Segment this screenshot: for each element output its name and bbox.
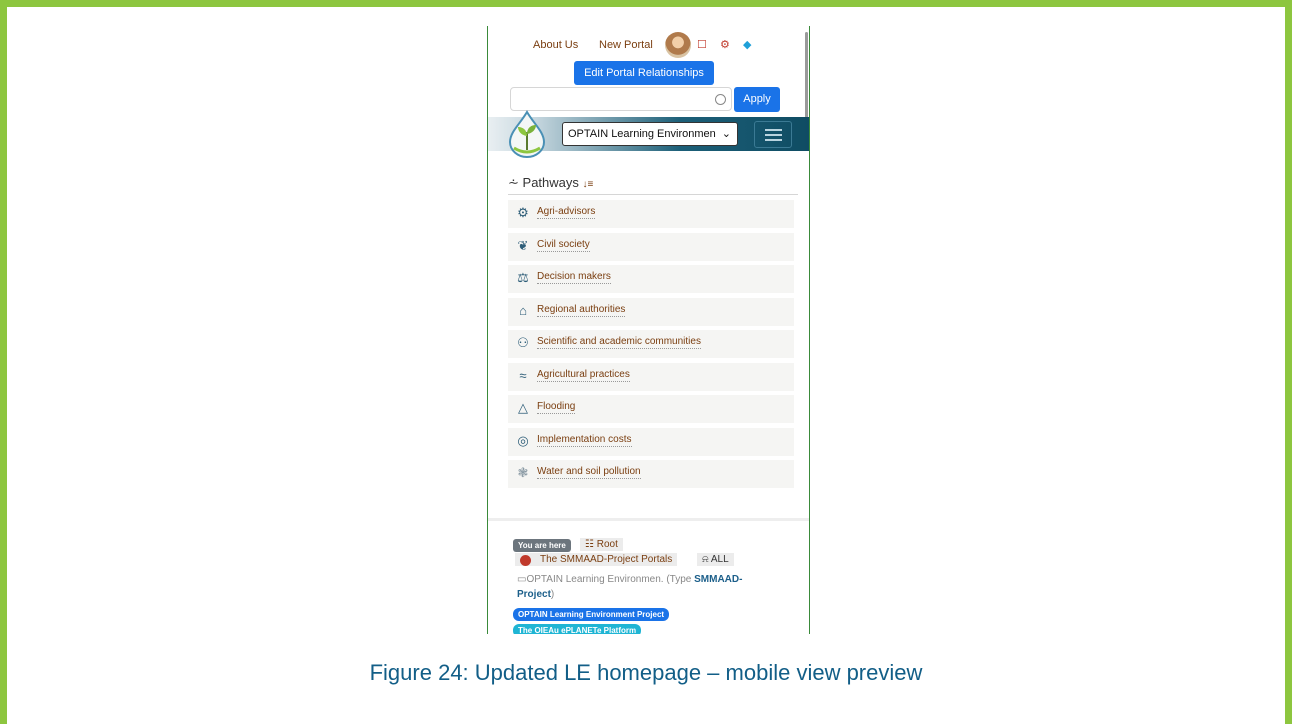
figure-caption: Figure 24: Updated LE homepage – mobile … <box>369 660 923 685</box>
pathway-label[interactable]: Water and soil pollution <box>537 466 641 479</box>
handshake-icon: ❦ <box>517 237 529 253</box>
apply-button[interactable]: Apply <box>734 87 780 112</box>
portal-select-value: OPTAIN Learning Environmen <box>568 128 716 140</box>
type-prefix: OPTAIN Learning Environmen. (Type <box>526 574 695 585</box>
footer-divider <box>488 518 809 521</box>
avatar[interactable] <box>665 32 691 58</box>
drop-logo-icon <box>508 110 546 158</box>
pathway-item[interactable]: ◎ Implementation costs <box>508 427 794 456</box>
pathway-label[interactable]: Scientific and academic communities <box>537 336 701 349</box>
about-us-link[interactable]: About Us <box>533 39 578 51</box>
coins-icon: ◎ <box>517 432 529 448</box>
new-portal-link[interactable]: New Portal <box>599 39 653 51</box>
menu-toggle-button[interactable] <box>754 121 792 148</box>
project-pill[interactable]: OPTAIN Learning Environment Project <box>513 608 670 621</box>
pathway-label[interactable]: Decision makers <box>537 271 611 284</box>
scales-icon: ⚖ <box>517 270 529 285</box>
all-filter[interactable]: ⍾ ALL <box>697 553 734 566</box>
pollution-icon: ❃ <box>517 465 529 480</box>
portal-label: The SMMAAD-Project Portals <box>540 554 673 565</box>
pathways-title: Pathways <box>522 175 579 190</box>
building-icon: ⌂ <box>519 302 527 318</box>
pathway-item[interactable]: ⌂ Regional authorities <box>508 297 794 326</box>
people-icon: ⚇ <box>517 335 529 350</box>
sitemap-icon: ☷ <box>585 539 594 550</box>
search-input[interactable] <box>510 87 732 111</box>
pathway-item[interactable]: ❃ Water and soil pollution <box>508 460 794 488</box>
pathways-heading: ⩪ Pathways ↓≡ <box>508 175 593 191</box>
pathway-label[interactable]: Agri-advisors <box>537 206 596 219</box>
pathway-item[interactable]: ≈ Agricultural practices <box>508 362 794 391</box>
mobile-preview: About Us New Portal ☐ ⚙ ◆ Edit Portal Re… <box>487 26 810 634</box>
pathway-item[interactable]: ⚖ Decision makers <box>508 265 794 293</box>
bell-icon: ⍾ <box>702 554 709 565</box>
portal-logo-icon <box>520 555 531 566</box>
pathway-label[interactable]: Civil society <box>537 239 590 252</box>
portal-type-info: ▭OPTAIN Learning Environmen. (Type SMMAA… <box>517 572 767 602</box>
divider <box>508 194 798 195</box>
pathway-item[interactable]: ⚇ Scientific and academic communities <box>508 330 794 358</box>
root-label: Root <box>596 539 618 550</box>
type-suffix: ) <box>550 589 555 600</box>
you-are-here-badge: You are here <box>513 539 571 552</box>
pathway-item[interactable]: ❦ Civil society <box>508 232 794 261</box>
all-label: ALL <box>710 554 729 565</box>
portal-select[interactable]: OPTAIN Learning Environmen ⌄ <box>562 122 738 146</box>
flood-icon: △ <box>518 400 528 415</box>
portal-breadcrumb[interactable]: The SMMAAD-Project Portals <box>515 553 678 566</box>
pathway-label[interactable]: Implementation costs <box>537 434 632 447</box>
clear-icon <box>715 94 726 105</box>
crops-icon: ≈ <box>519 367 527 383</box>
unlock-icon[interactable]: ☐ <box>697 38 707 51</box>
edit-portal-relationships-button[interactable]: Edit Portal Relationships <box>574 61 714 85</box>
tag-icon[interactable]: ◆ <box>743 38 751 51</box>
pathway-label[interactable]: Flooding <box>537 401 576 414</box>
tractor-icon: ⚙ <box>517 205 529 220</box>
signpost-icon: ⩪ <box>508 175 519 190</box>
gear-icon[interactable]: ⚙ <box>720 38 730 51</box>
chevron-down-icon: ⌄ <box>721 128 731 140</box>
root-breadcrumb[interactable]: ☷ Root <box>580 538 623 551</box>
top-nav: About Us New Portal <box>488 36 809 56</box>
pathway-label[interactable]: Regional authorities <box>537 304 626 317</box>
pathways-list: ⚙ Agri-advisors ❦ Civil society ⚖ Decision … <box>508 200 794 493</box>
pathway-item[interactable]: ⚙ Agri-advisors <box>508 200 794 228</box>
pathway-item[interactable]: △ Flooding <box>508 395 794 423</box>
platform-pill[interactable]: The OIEAu ePLANETe Platform <box>513 624 642 634</box>
pathway-label[interactable]: Agricultural practices <box>537 369 630 382</box>
sort-icon[interactable]: ↓≡ <box>583 179 594 190</box>
